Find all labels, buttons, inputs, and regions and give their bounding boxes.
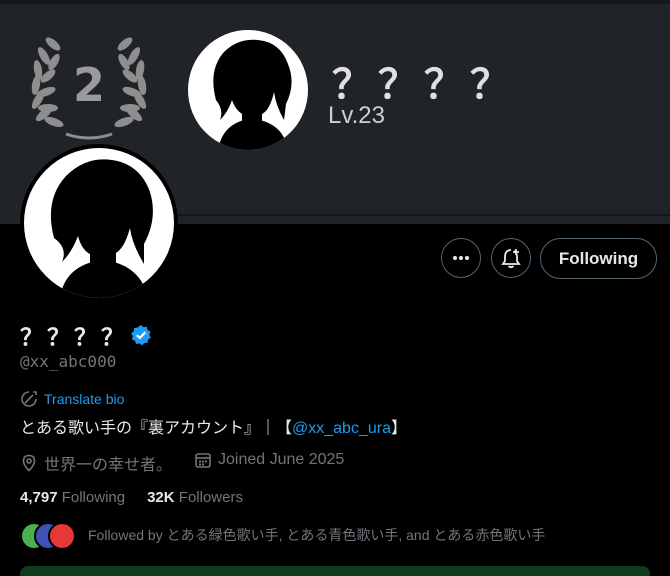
bio-text: とある歌い手の『裏アカウント』｜【 bbox=[20, 420, 293, 437]
followed-by[interactable]: Followed by とある緑色歌い手, とある青色歌い手, and とある赤… bbox=[20, 522, 546, 550]
rank-laurel-emblem: 2 bbox=[26, 30, 152, 146]
display-name: ？？？？ bbox=[20, 318, 152, 352]
bell-plus-icon bbox=[501, 249, 521, 269]
following-count: 4,797 bbox=[20, 489, 58, 506]
mini-avatar bbox=[48, 522, 76, 550]
bio-mention-link[interactable]: @xx_abc_ura bbox=[292, 420, 391, 437]
handle: @xx_abc000 bbox=[20, 352, 117, 371]
follow-counts: 4,797 Following 32K Followers bbox=[20, 489, 243, 506]
rank-number: 2 bbox=[72, 58, 105, 112]
followed-by-text: Followed by とある緑色歌い手, とある青色歌い手, and とある赤… bbox=[88, 527, 546, 543]
notifications-button[interactable] bbox=[491, 238, 531, 278]
join-date: Joined June 2025 bbox=[194, 451, 344, 469]
following-label: Following bbox=[61, 489, 126, 506]
bio-tail: 】 bbox=[390, 420, 407, 437]
calendar-icon bbox=[195, 453, 211, 468]
more-icon bbox=[453, 256, 469, 260]
location: 世界一の幸せ者。 bbox=[20, 451, 172, 475]
join-date-text: Joined June 2025 bbox=[218, 451, 345, 468]
translate-icon bbox=[21, 391, 37, 407]
profile-avatar[interactable] bbox=[20, 144, 178, 302]
bio: とある歌い手の『裏アカウント』｜【@xx_abc_ura】 bbox=[20, 414, 407, 438]
banner-avatar-silhouette bbox=[188, 30, 308, 150]
location-text: 世界一の幸せ者。 bbox=[44, 457, 173, 474]
banner-level: Lv.23 bbox=[328, 102, 385, 129]
followers-count-link[interactable]: 32K Followers bbox=[147, 489, 243, 506]
more-options-button[interactable] bbox=[441, 238, 481, 278]
followed-by-avatars bbox=[20, 522, 76, 550]
following-count-link[interactable]: 4,797 Following bbox=[20, 489, 125, 506]
display-name-text: ？？？？ bbox=[20, 325, 128, 351]
followers-label: Followers bbox=[178, 489, 243, 506]
translate-bio-link[interactable]: Translate bio bbox=[20, 390, 124, 408]
location-pin-icon bbox=[22, 454, 36, 472]
bottom-bar bbox=[20, 566, 650, 576]
translate-bio-label: Translate bio bbox=[44, 391, 125, 407]
verified-badge-icon[interactable] bbox=[130, 324, 152, 346]
followers-count: 32K bbox=[147, 489, 175, 506]
following-button[interactable]: Following bbox=[540, 238, 657, 279]
